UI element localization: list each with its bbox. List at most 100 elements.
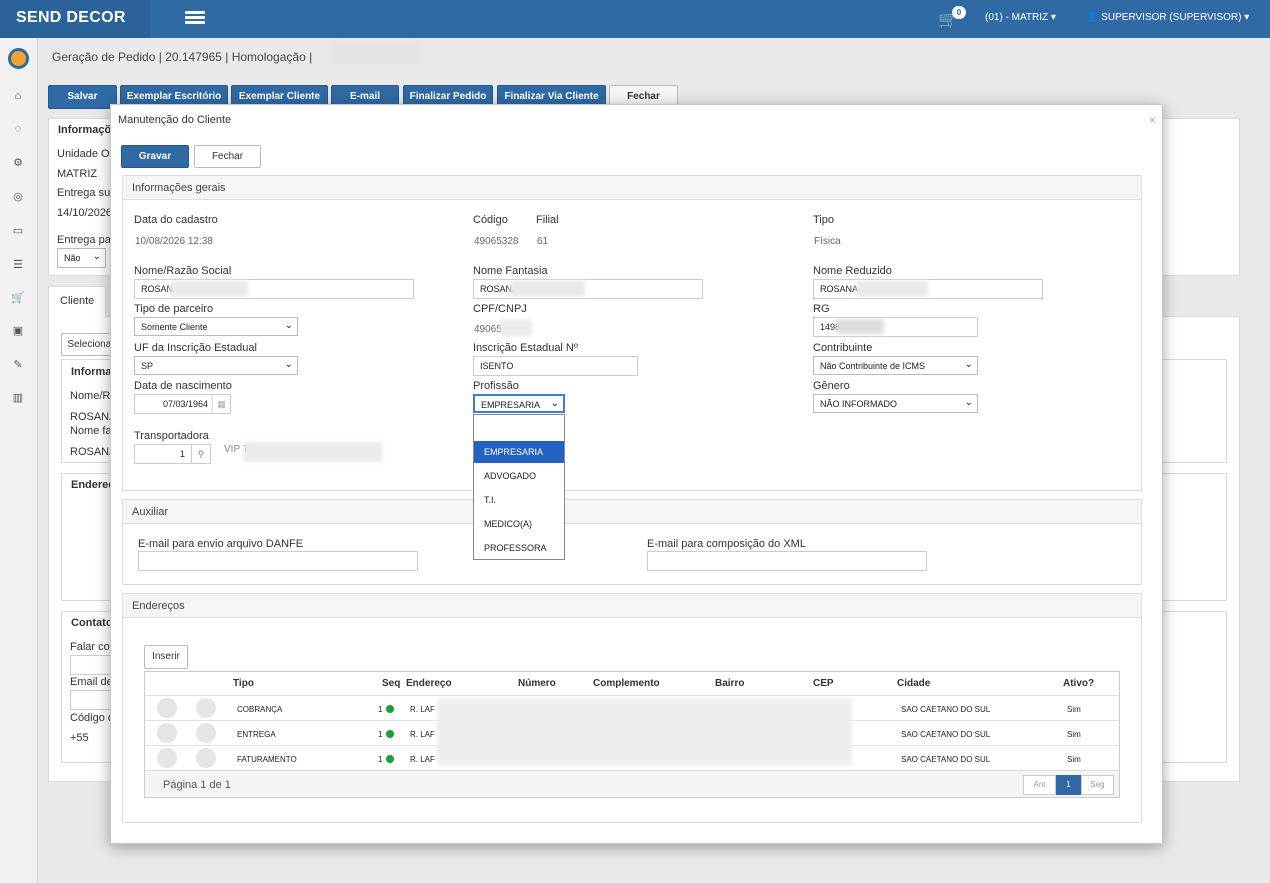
sliders-icon[interactable]: ☰: [11, 258, 25, 272]
dropdown-option[interactable]: T.I.: [474, 489, 564, 511]
email-danfe-input[interactable]: [138, 551, 418, 571]
target-icon[interactable]: ◎: [11, 190, 25, 204]
phone-icon[interactable]: [196, 698, 216, 718]
redacted-block: [244, 442, 382, 462]
cpf-value: 49065: [474, 324, 502, 335]
save-button[interactable]: Salvar: [48, 85, 117, 109]
cart-badge: 0: [952, 6, 966, 19]
menu-icon[interactable]: [185, 11, 205, 25]
status-dot: [386, 705, 394, 713]
data-cadastro-value: 10/08/2026 12:38: [135, 236, 213, 247]
profissao-select[interactable]: EMPRESARIA ⌄: [473, 394, 565, 413]
edit-icon[interactable]: [157, 698, 177, 718]
cogs-icon[interactable]: ⚙: [11, 156, 25, 170]
user-icon: 👤: [1086, 12, 1099, 23]
entrega-select[interactable]: Não ⌄: [57, 248, 106, 268]
ie-label: Inscrição Estadual Nº: [473, 342, 578, 354]
col-bairro: Bairro: [715, 678, 745, 689]
spinner-icon[interactable]: ◌: [11, 122, 25, 136]
uf-select[interactable]: SP ⌄: [134, 356, 298, 375]
row-ativo: Sim: [1067, 705, 1081, 714]
user-menu[interactable]: 👤 SUPERVISOR (SUPERVISOR) ▾: [1086, 12, 1249, 23]
ie-input[interactable]: ISENTO: [473, 356, 638, 376]
email-de-label: Email de: [70, 676, 113, 688]
email-danfe-label: E-mail para envio arquivo DANFE: [138, 538, 304, 550]
search-icon[interactable]: ⚲: [191, 444, 211, 464]
nascimento-label: Data de nascimento: [134, 380, 232, 392]
email-xml-input[interactable]: [647, 551, 927, 571]
cpf-label: CPF/CNPJ: [473, 303, 527, 315]
rg-label: RG: [813, 303, 830, 315]
row-ativo: Sim: [1067, 730, 1081, 739]
dropdown-option[interactable]: PROFESSORA: [474, 537, 564, 559]
contact-bg-title: Contato: [71, 617, 113, 629]
phone-icon[interactable]: [196, 748, 216, 768]
redacted-block: [856, 281, 928, 297]
col-endereco: Endereço: [406, 678, 452, 689]
close-icon[interactable]: ×: [1149, 113, 1156, 127]
tab-cliente[interactable]: Cliente: [48, 286, 106, 318]
home-icon[interactable]: ⌂: [11, 89, 25, 103]
next-page-button[interactable]: Seg: [1081, 775, 1114, 795]
redacted-block: [437, 698, 852, 766]
unidade-value: MATRIZ: [57, 168, 98, 180]
redacted-block: [836, 319, 884, 334]
country-code: +55: [70, 732, 89, 744]
top-bar: SEND DECOR 🛒 0 (01) - MATRIZ ▾ 👤 SUPERVI…: [0, 0, 1270, 38]
profissao-dropdown: EMPRESARIA ADVOGADO T.I. MEDICO(A) PROFE…: [473, 414, 565, 560]
redacted-block: [170, 281, 248, 297]
phone-icon[interactable]: [196, 723, 216, 743]
col-seq: Seq: [382, 678, 401, 689]
row-tipo: FATURAMENTO: [237, 755, 297, 764]
dropdown-option[interactable]: ADVOGADO: [474, 465, 564, 487]
col-cep: CEP: [813, 678, 834, 689]
entrega-date: 14/10/2026: [57, 207, 113, 219]
col-complemento: Complemento: [593, 678, 660, 689]
contribuinte-label: Contribuinte: [813, 342, 873, 354]
insert-address-button[interactable]: Inserir: [144, 645, 188, 669]
row-tipo: COBRANÇA: [237, 705, 283, 714]
genero-select[interactable]: NÃO INFORMADO ⌄: [813, 394, 978, 413]
nome-fantasia-input[interactable]: ROSANA: [473, 279, 703, 299]
general-info-header: Informações gerais: [123, 176, 1141, 200]
edit-icon[interactable]: [157, 748, 177, 768]
nome-reduzido-input[interactable]: ROSANA: [813, 279, 1043, 299]
app-logo-icon[interactable]: [8, 48, 29, 69]
redacted-block: [333, 42, 419, 64]
save-client-button[interactable]: Gravar: [121, 145, 189, 168]
transportadora-input[interactable]: 1: [134, 444, 192, 464]
dropdown-option-selected[interactable]: EMPRESARIA: [474, 441, 564, 463]
page-1-button[interactable]: 1: [1056, 775, 1081, 795]
codigo-label: Código d: [70, 712, 115, 724]
row-endereco: R. LAF: [410, 705, 435, 714]
box-icon[interactable]: ▣: [11, 324, 25, 338]
row-endereco: R. LAF: [410, 755, 435, 764]
row-endereco: R. LAF: [410, 730, 435, 739]
money-icon[interactable]: ▭: [11, 224, 25, 238]
contribuinte-select[interactable]: Não Contribuinte de ICMS ⌄: [813, 356, 978, 375]
prev-page-button[interactable]: Ant: [1023, 775, 1056, 795]
page-info: Página 1 de 1: [163, 779, 231, 791]
calendar-icon[interactable]: ▦: [212, 395, 230, 413]
row-cidade: SAO CAETANO DO SUL: [901, 730, 991, 739]
chart-icon[interactable]: ▥: [11, 391, 25, 405]
dropdown-option[interactable]: [474, 417, 564, 439]
redacted-block: [500, 320, 532, 336]
tipo-value: Física: [814, 236, 841, 247]
tipo-parceiro-select[interactable]: Somente Cliente ⌄: [134, 317, 298, 336]
dropdown-option[interactable]: MEDICO(A): [474, 513, 564, 535]
nome-reduzido-label: Nome Reduzido: [813, 265, 892, 277]
col-cidade: Cidade: [897, 678, 931, 689]
cart-menu-icon[interactable]: 🛒: [11, 291, 25, 305]
wrench-icon[interactable]: ✎: [11, 358, 25, 372]
entrega-sup-label: Entrega sup: [57, 187, 117, 199]
sidebar: ⌂ ◌ ⚙ ◎ ▭ ☰ 🛒 ▣ ✎ ▥: [0, 38, 38, 883]
close-modal-button[interactable]: Fechar: [194, 145, 261, 168]
row-seq: 1: [378, 730, 383, 739]
brand-logo[interactable]: SEND DECOR: [16, 9, 126, 27]
data-cadastro-label: Data do cadastro: [134, 214, 218, 226]
transportadora-label: Transportadora: [134, 430, 209, 442]
unit-selector[interactable]: (01) - MATRIZ ▾: [985, 12, 1056, 23]
nome-fantasia-bg-label: Nome fa: [70, 425, 112, 437]
edit-icon[interactable]: [157, 723, 177, 743]
